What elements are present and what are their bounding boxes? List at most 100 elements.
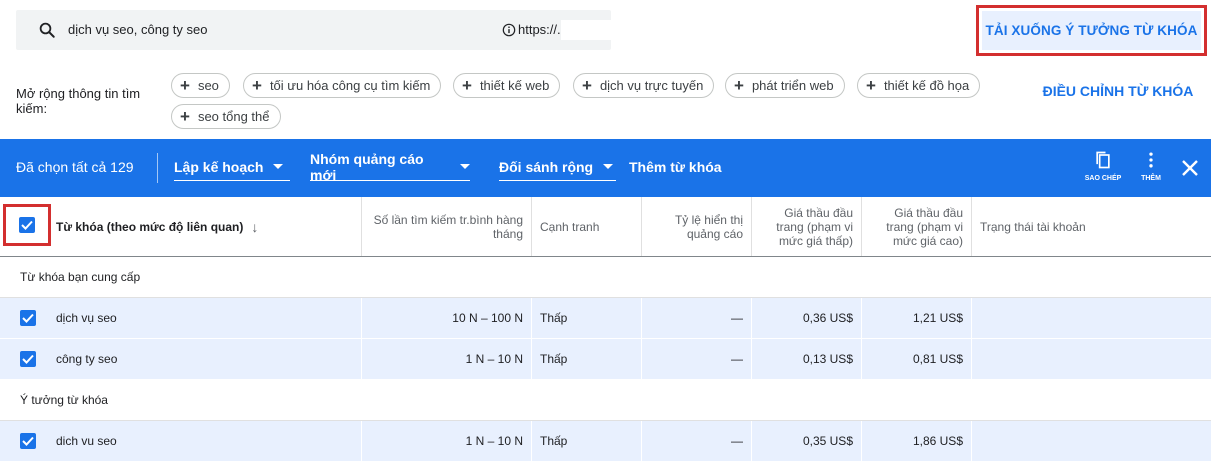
match-type-dropdown-label: Đối sánh rộng (499, 158, 594, 175)
plus-icon: + (252, 76, 262, 95)
top-bar: dịch vụ seo, công ty seo https://. TẢI X… (0, 0, 1211, 62)
copy-button[interactable]: SAO CHÉP (1081, 149, 1125, 189)
column-bid-high-label: Giá thầu đầu trang (phạm vi mức giá cao) (886, 205, 963, 248)
chip-graphic-design[interactable]: + thiết kế đồ họa (857, 73, 981, 98)
group-title: Từ khóa bạn cung cấp (20, 270, 141, 284)
cell-impression-share: — (642, 339, 752, 379)
cell-bid-low: 0,36 US$ (752, 298, 862, 338)
row-checkbox[interactable] (20, 310, 36, 326)
chip-seo[interactable]: + seo (171, 73, 230, 98)
column-avg-monthly-searches[interactable]: Số lần tìm kiếm tr.bình hàng tháng (362, 197, 532, 256)
chip-label: dịch vụ trực tuyến (599, 78, 704, 93)
plus-icon: + (462, 76, 472, 95)
chip-label: thiết kế web (479, 78, 550, 93)
caret-down-icon (273, 164, 284, 169)
add-keywords-button[interactable]: Thêm từ khóa (629, 159, 722, 175)
match-type-dropdown[interactable]: Đối sánh rộng (499, 153, 616, 181)
column-impression-share[interactable]: Tỷ lệ hiển thị quảng cáo (642, 197, 752, 256)
group-header-keyword-ideas: Ý tưởng từ khóa (0, 380, 1211, 421)
cell-searches: 1 N – 10 N (362, 421, 532, 461)
search-bar[interactable]: dịch vụ seo, công ty seo https://. (16, 10, 619, 50)
chip-search-engine-optimization[interactable]: + tối ưu hóa công cụ tìm kiếm (243, 73, 442, 98)
adjust-keywords-button[interactable]: ĐIỀU CHỈNH TỪ KHÓA (1038, 82, 1198, 101)
download-keyword-ideas-button[interactable]: TẢI XUỐNG Ý TƯỞNG TỪ KHÓA (982, 11, 1201, 50)
url-field[interactable]: https://. (518, 22, 561, 37)
plus-icon: + (582, 76, 592, 95)
info-icon[interactable] (502, 23, 516, 37)
cell-bid-high: 1,86 US$ (862, 421, 972, 461)
cell-impression-share: — (642, 298, 752, 338)
column-avg-monthly-searches-label: Số lần tìm kiếm tr.bình hàng tháng (373, 212, 523, 241)
checkmark-icon (22, 313, 34, 323)
cell-keyword: dich vu seo (48, 421, 362, 461)
chip-online-services[interactable]: + dịch vụ trực tuyến (573, 73, 715, 98)
column-competition[interactable]: Cạnh tranh (532, 197, 642, 256)
table-header: Từ khóa (theo mức độ liên quan) ↓ Số lần… (0, 197, 1211, 257)
expand-search-row: Mở rộng thông tin tìm kiếm: + seo + tối … (0, 62, 1211, 139)
table-row[interactable]: công ty seo 1 N – 10 N Thấp — 0,13 US$ 0… (0, 339, 1211, 380)
group-title: Ý tưởng từ khóa (20, 393, 108, 407)
cell-bid-low: 0,35 US$ (752, 421, 862, 461)
column-account-status[interactable]: Trạng thái tài khoản (972, 197, 1211, 256)
checkmark-icon (22, 436, 34, 446)
more-vert-icon (1149, 152, 1153, 168)
caret-down-icon (603, 164, 614, 169)
selection-toolbar: Đã chọn tất cả 129 Lập kế hoạch Nhóm quả… (0, 139, 1211, 197)
cell-status (972, 421, 1211, 461)
copy-label: SAO CHÉP (1084, 175, 1122, 182)
column-account-status-label: Trạng thái tài khoản (980, 219, 1086, 234)
copy-icon (1096, 151, 1110, 169)
chip-label: seo (197, 78, 219, 93)
search-query[interactable]: dịch vụ seo, công ty seo (68, 22, 207, 37)
plus-icon: + (866, 76, 876, 95)
adgroup-dropdown[interactable]: Nhóm quảng cáo mới (310, 150, 470, 183)
sort-arrow-down-icon[interactable]: ↓ (251, 220, 258, 234)
cell-competition: Thấp (532, 421, 642, 461)
cell-keyword: dịch vụ seo (48, 298, 362, 338)
cell-bid-high: 0,81 US$ (862, 339, 972, 379)
toolbar-divider (157, 153, 158, 183)
chip-label: seo tổng thể (197, 109, 270, 124)
plus-icon: + (180, 107, 190, 126)
column-keyword[interactable]: Từ khóa (theo mức độ liên quan) ↓ (0, 197, 362, 256)
table-row[interactable]: dịch vụ seo 10 N – 100 N Thấp — 0,36 US$… (0, 298, 1211, 339)
column-competition-label: Cạnh tranh (540, 219, 600, 234)
close-icon[interactable] (1180, 158, 1200, 178)
cell-bid-low: 0,13 US$ (752, 339, 862, 379)
chip-label: thiết kế đồ họa (883, 78, 970, 93)
plan-dropdown-label: Lập kế hoạch (174, 158, 264, 175)
cell-status (972, 339, 1211, 379)
row-checkbox[interactable] (20, 351, 36, 367)
cell-keyword: công ty seo (48, 339, 362, 379)
more-button[interactable]: THÊM (1129, 149, 1173, 189)
column-bid-low[interactable]: Giá thầu đầu trang (phạm vi mức giá thấp… (752, 197, 862, 256)
caret-down-icon (460, 164, 470, 169)
cell-competition: Thấp (532, 298, 642, 338)
cell-competition: Thấp (532, 339, 642, 379)
cell-searches: 10 N – 100 N (362, 298, 532, 338)
selected-count: Đã chọn tất cả 129 (16, 159, 134, 175)
row-checkbox[interactable] (20, 433, 36, 449)
chip-web-design[interactable]: + thiết kế web (453, 73, 561, 98)
chip-web-development[interactable]: + phát triển web (725, 73, 845, 98)
cell-status (972, 298, 1211, 338)
chip-label: phát triển web (751, 78, 834, 93)
cell-impression-share: — (642, 421, 752, 461)
more-label: THÊM (1141, 175, 1161, 182)
url-redaction (561, 20, 619, 40)
group-header-provided-keywords: Từ khóa bạn cung cấp (0, 257, 1211, 298)
column-bid-high[interactable]: Giá thầu đầu trang (phạm vi mức giá cao) (862, 197, 972, 256)
chip-label: tối ưu hóa công cụ tìm kiếm (269, 78, 431, 93)
cell-searches: 1 N – 10 N (362, 339, 532, 379)
search-icon (39, 22, 55, 38)
download-highlight-box: TẢI XUỐNG Ý TƯỞNG TỪ KHÓA (976, 5, 1207, 56)
column-bid-low-label: Giá thầu đầu trang (phạm vi mức giá thấp… (776, 205, 853, 248)
checkmark-icon (22, 354, 34, 364)
adgroup-dropdown-label: Nhóm quảng cáo mới (310, 150, 424, 183)
table-row[interactable]: dich vu seo 1 N – 10 N Thấp — 0,35 US$ 1… (0, 421, 1211, 462)
plan-dropdown[interactable]: Lập kế hoạch (174, 153, 290, 181)
expand-search-label: Mở rộng thông tin tìm kiếm: (16, 86, 141, 116)
column-keyword-label: Từ khóa (theo mức độ liên quan) (56, 219, 244, 234)
chip-seo-overall[interactable]: + seo tổng thể (171, 104, 281, 129)
plus-icon: + (180, 76, 190, 95)
